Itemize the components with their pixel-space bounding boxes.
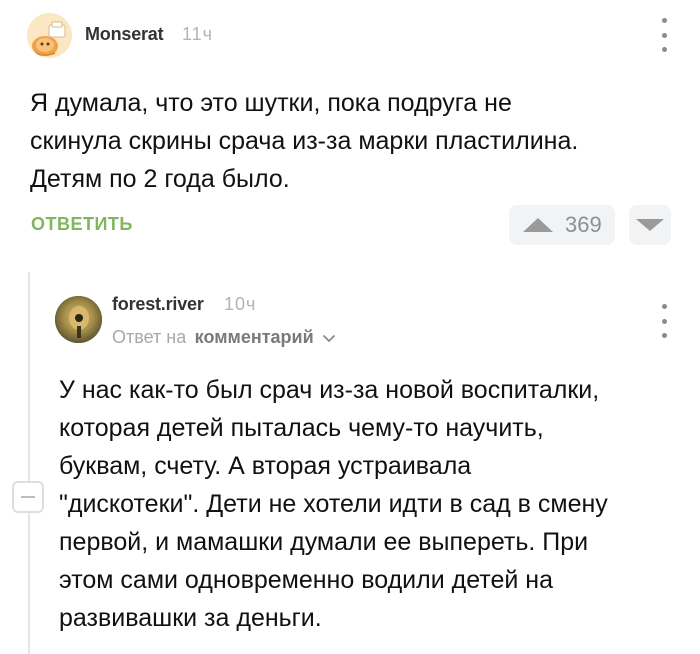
comment-text: Я думала, что это шутки, пока подруга не… xyxy=(30,89,579,193)
reply-to-target: комментарий xyxy=(194,327,314,347)
downvote-button[interactable] xyxy=(629,205,671,245)
reply-comment: forest.river 10ч Ответ на комментарий У … xyxy=(0,270,700,654)
avatar[interactable] xyxy=(27,13,72,58)
reply-to-link[interactable]: Ответ на комментарий xyxy=(112,327,336,348)
chevron-down-icon xyxy=(322,335,336,343)
triangle-up-icon xyxy=(523,218,553,232)
comment: Monserat 11ч Я думала, что это шутки, по… xyxy=(0,0,700,250)
triangle-down-icon xyxy=(636,219,664,231)
reply-to-prefix: Ответ на xyxy=(112,327,187,347)
comment-time: 10ч xyxy=(224,294,257,314)
comment-text: У нас как-то был срач из-за новой воспит… xyxy=(59,376,608,632)
rating-count: 369 xyxy=(565,212,602,237)
avatar[interactable] xyxy=(55,296,102,343)
avatar-icon xyxy=(27,13,72,58)
more-vertical-icon[interactable] xyxy=(656,18,672,52)
more-vertical-icon[interactable] xyxy=(656,304,672,338)
comment-time: 11ч xyxy=(182,24,214,44)
reply-button[interactable]: ОТВЕТИТЬ xyxy=(31,214,133,235)
upvote-button[interactable]: 369 xyxy=(509,205,615,245)
author-name[interactable]: forest.river xyxy=(112,294,204,315)
author-name[interactable]: Monserat xyxy=(85,24,164,45)
avatar-icon xyxy=(55,296,102,343)
